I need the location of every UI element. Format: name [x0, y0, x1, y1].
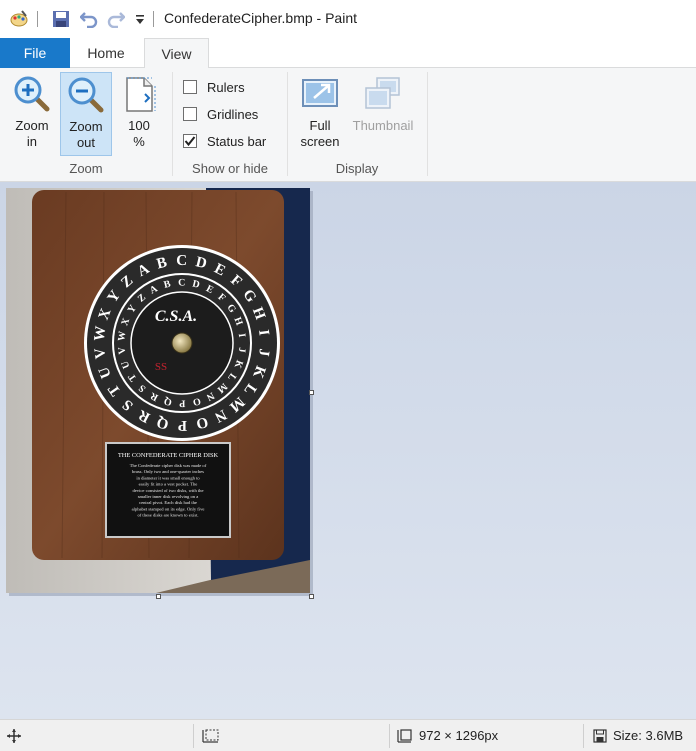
plaque-body-line: brass. Only two and one-quarter inches	[132, 469, 204, 474]
zoom-100-button[interactable]: 100%	[114, 72, 164, 156]
resize-handle-right[interactable]	[309, 390, 314, 395]
paint-palette-icon[interactable]	[9, 9, 29, 29]
status-separator	[389, 724, 390, 748]
plaque-body-line: The Confederate cipher disk was made of	[130, 463, 207, 468]
gridlines-label: Gridlines	[207, 106, 259, 122]
tab-view[interactable]: View	[144, 38, 209, 69]
zoom-in-label-1: Zoom	[15, 118, 49, 133]
selection-size-icon	[202, 720, 220, 751]
plaque-title: THE CONFEDERATE CIPHER DISK	[118, 452, 219, 459]
ribbon-tabs: File Home View	[0, 38, 696, 69]
zoom-group: Zoom in Zoom out 100 % Zoom	[0, 68, 172, 180]
cipher-disk-photo: A B C D EFGHIJKLMNOPQRSTUVWXYZ A B C D EFGHIJKLM…	[6, 188, 310, 593]
thumbnail-button[interactable]: Thumbnail	[348, 72, 418, 156]
show-or-hide-group-label: Show or hide	[192, 161, 268, 176]
zoom-in-icon	[12, 74, 52, 114]
status-separator	[193, 724, 194, 748]
canvas-area[interactable]: ABCDEFGHIJKLMNOPQRSTUVWXYZ ABCDEFGHIJKLM…	[0, 182, 696, 719]
gridlines-checkbox[interactable]: Gridlines	[183, 104, 258, 124]
inner-letter-c: C	[178, 277, 185, 288]
status-bar-checkbox[interactable]: Status bar	[183, 131, 266, 151]
inner-letter-p: P	[179, 397, 185, 408]
thumbnail-icon	[363, 74, 403, 114]
plaque-body-line: alphabet stamped on its edge. Only five	[132, 506, 205, 511]
status-bar-label: Status bar	[207, 133, 267, 149]
resize-handle-corner[interactable]	[309, 594, 314, 599]
ss-mark: SS	[155, 361, 167, 373]
full-screen-icon	[300, 74, 340, 114]
undo-icon[interactable]	[79, 9, 99, 29]
zoom-100-label-2: %	[133, 134, 145, 149]
checkmark-icon	[184, 136, 196, 147]
gridlines-checkbox-box[interactable]	[183, 107, 197, 121]
outer-letter-v: V	[92, 347, 109, 360]
plaque-body-line: of these disks are known to exist.	[137, 513, 198, 518]
status-separator	[583, 724, 584, 748]
plaque-body: The Confederate cipher disk was made ofb…	[130, 463, 207, 518]
window-title: ConfederateCipher.bmp - Paint	[164, 10, 357, 26]
rulers-checkbox-box[interactable]	[183, 80, 197, 94]
file-size: Size: 3.6MB	[593, 720, 683, 751]
show-or-hide-group: Rulers Gridlines Status bar Show or hide	[173, 68, 287, 180]
image-dimensions: 972 × 1296px	[397, 720, 498, 751]
title-separator	[153, 11, 154, 27]
full-screen-label-2: screen	[300, 134, 340, 149]
display-group-label: Display	[335, 161, 379, 176]
zoom-in-button[interactable]: Zoom in	[7, 72, 57, 156]
file-size-text: Size: 3.6MB	[613, 728, 684, 743]
display-group: Full screen Thumbnail Display	[288, 68, 426, 180]
rulers-label: Rulers	[207, 79, 245, 95]
zoom-100-label-1: 100	[128, 118, 150, 133]
status-bar-checkbox-box[interactable]	[183, 134, 197, 148]
tab-file[interactable]: File	[0, 38, 70, 68]
save-icon[interactable]	[51, 9, 71, 29]
plaque-body-line: smaller inner disk revolving on a	[138, 494, 199, 499]
plaque-body-line: easily fit into a vest pocket. The	[139, 482, 198, 487]
plaque-body-line: central pivot. Each disk had the	[139, 500, 197, 505]
zoom-out-icon	[66, 75, 106, 115]
thumbnail-label: Thumbnail	[352, 118, 414, 133]
status-bar: 972 × 1296px Size: 3.6MB	[0, 719, 696, 751]
outer-letter-c: C	[176, 253, 187, 269]
image-dimensions-text: 972 × 1296px	[419, 728, 499, 743]
zoom-group-label: Zoom	[69, 161, 103, 176]
zoom-out-button[interactable]: Zoom out	[60, 72, 112, 156]
title-separator	[37, 11, 38, 27]
actual-size-icon	[119, 74, 159, 114]
disk-size-icon	[593, 728, 607, 743]
zoom-in-label-2: in	[26, 134, 38, 149]
image-canvas[interactable]: ABCDEFGHIJKLMNOPQRSTUVWXYZ ABCDEFGHIJKLM…	[6, 188, 310, 593]
zoom-out-label-1: Zoom	[69, 119, 103, 134]
group-separator	[427, 72, 428, 176]
redo-icon[interactable]	[106, 9, 126, 29]
inner-letter-w: W	[116, 331, 128, 342]
full-screen-button[interactable]: Full screen	[294, 72, 346, 156]
csa-label: C.S.A.	[155, 308, 197, 325]
title-bar: ConfederateCipher.bmp - Paint	[0, 0, 696, 38]
ribbon-panel: Zoom in Zoom out 100 % Zoom Rulers Gridl…	[0, 68, 696, 182]
outer-letter-p: P	[178, 417, 187, 433]
zoom-out-label-2: out	[76, 135, 96, 150]
tab-home[interactable]: Home	[70, 38, 142, 68]
center-pivot	[171, 332, 193, 354]
resize-handle-bottom[interactable]	[156, 594, 161, 599]
full-screen-label-1: Full	[309, 118, 331, 133]
image-dimensions-icon	[397, 728, 413, 744]
rulers-checkbox[interactable]: Rulers	[183, 77, 245, 97]
move-cursor-icon	[6, 720, 22, 751]
customize-dropdown-icon[interactable]	[130, 9, 150, 29]
plaque-body-line: in diameter it was small enough to	[136, 475, 200, 480]
outer-letter-w: W	[92, 325, 110, 342]
